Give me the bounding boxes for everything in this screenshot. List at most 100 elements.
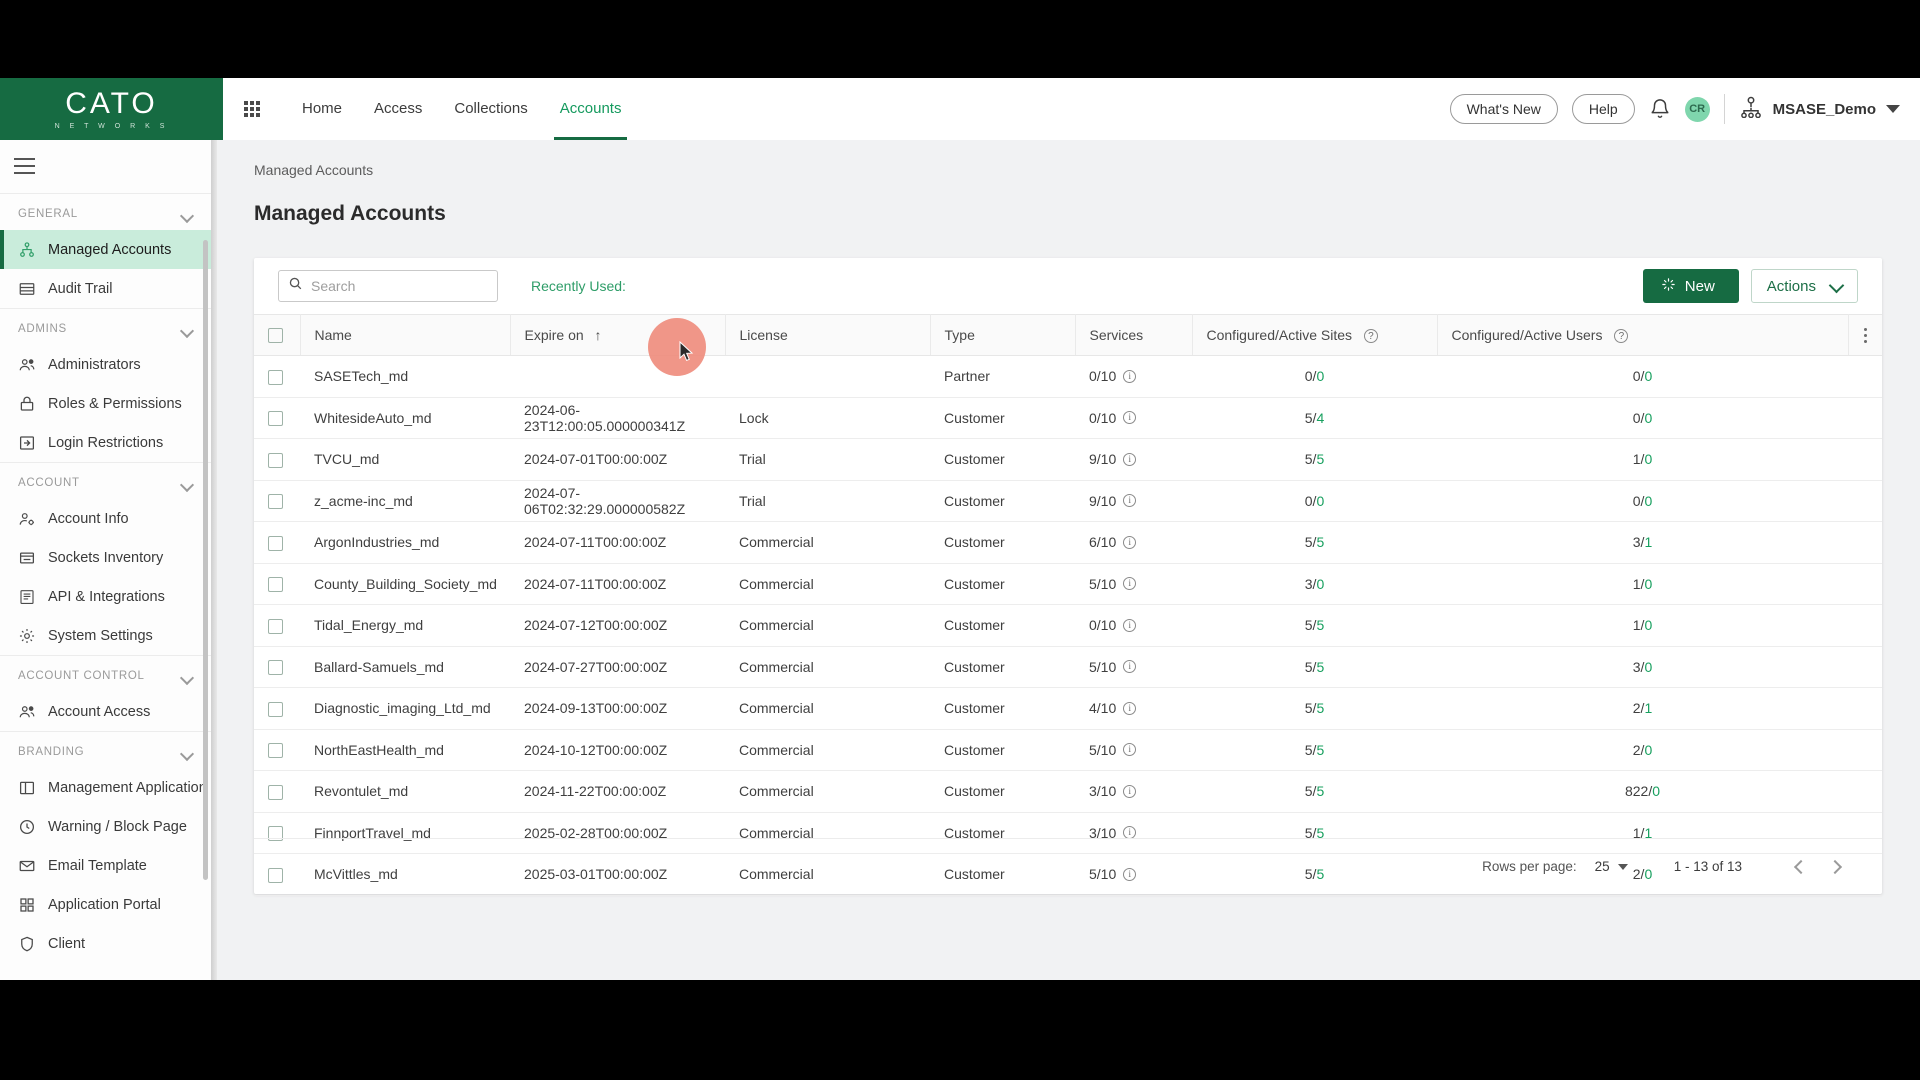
sidebar-toggle-icon[interactable] <box>0 140 211 193</box>
sidebar-item-warning-block-page[interactable]: Warning / Block Page <box>0 807 211 846</box>
chevron-down-icon[interactable] <box>182 211 193 218</box>
chevron-down-icon[interactable] <box>1886 105 1900 113</box>
sidebar-group-header-admins[interactable]: ADMINS <box>0 309 211 345</box>
chevron-down-icon[interactable] <box>182 673 193 680</box>
help-button[interactable]: Help <box>1572 94 1635 124</box>
more-options-icon[interactable] <box>1849 328 1883 343</box>
info-icon[interactable]: i <box>1123 785 1136 798</box>
table-row[interactable]: Tidal_Energy_md2024-07-12T00:00:00ZComme… <box>254 605 1882 647</box>
table-header: Name Expire on ↑ License Type Services C… <box>254 315 1882 356</box>
search-input[interactable] <box>311 278 488 294</box>
column-header-expire-on[interactable]: Expire on ↑ <box>510 315 725 356</box>
row-checkbox[interactable] <box>268 577 283 592</box>
select-all-checkbox[interactable] <box>268 328 283 343</box>
info-icon[interactable]: i <box>1123 453 1136 466</box>
sidebar-item-system-settings[interactable]: System Settings <box>0 616 211 655</box>
column-header-type[interactable]: Type <box>930 315 1075 356</box>
user-avatar[interactable]: CR <box>1685 97 1710 122</box>
row-checkbox[interactable] <box>268 785 283 800</box>
chevron-down-icon[interactable] <box>182 326 193 333</box>
cell-expire-on <box>510 356 725 398</box>
sidebar-group-header-branding[interactable]: BRANDING <box>0 732 211 768</box>
info-icon[interactable]: i <box>1123 660 1136 673</box>
sidebar-item-account-access[interactable]: Account Access <box>0 692 211 731</box>
table-row[interactable]: NorthEastHealth_md2024-10-12T00:00:00ZCo… <box>254 729 1882 771</box>
nav-tab-collections[interactable]: Collections <box>438 78 543 140</box>
sidebar-item-roles-permissions[interactable]: Roles & Permissions <box>0 384 211 423</box>
nav-tab-home[interactable]: Home <box>286 78 358 140</box>
sidebar-item-management-application[interactable]: Management Application <box>0 768 211 807</box>
info-icon[interactable]: i <box>1123 619 1136 632</box>
new-button[interactable]: New <box>1643 269 1739 303</box>
info-icon[interactable]: i <box>1123 411 1136 424</box>
column-header-services[interactable]: Services <box>1075 315 1192 356</box>
row-checkbox[interactable] <box>268 536 283 551</box>
account-switcher[interactable]: MSASE_Demo <box>1739 96 1900 123</box>
sidebar-item-audit-trail[interactable]: Audit Trail <box>0 269 211 308</box>
whats-new-button[interactable]: What's New <box>1450 94 1558 124</box>
sidebar-item-managed-accounts[interactable]: Managed Accounts <box>0 230 211 269</box>
cato-logo[interactable]: CATO N E T W O R K S <box>0 78 223 140</box>
app-grid-icon[interactable] <box>244 101 260 117</box>
sidebar-item-administrators[interactable]: Administrators <box>0 345 211 384</box>
row-checkbox[interactable] <box>268 619 283 634</box>
recently-used-label[interactable]: Recently Used: <box>531 278 626 294</box>
row-checkbox[interactable] <box>268 494 283 509</box>
row-checkbox[interactable] <box>268 370 283 385</box>
sidebar-group-header-general[interactable]: GENERAL <box>0 194 211 230</box>
row-checkbox[interactable] <box>268 453 283 468</box>
sidebar-item-account-info[interactable]: Account Info <box>0 499 211 538</box>
table-row[interactable]: TVCU_md2024-07-01T00:00:00ZTrialCustomer… <box>254 439 1882 481</box>
sidebar-scrollbar[interactable] <box>203 240 208 880</box>
select-all-header <box>254 315 300 356</box>
info-icon[interactable]: i <box>1123 577 1136 590</box>
table-row[interactable]: ArgonIndustries_md2024-07-11T00:00:00ZCo… <box>254 522 1882 564</box>
info-icon[interactable]: i <box>1123 494 1136 507</box>
cell-expire-on: 2024-09-13T00:00:00Z <box>510 688 725 730</box>
nav-tab-accounts[interactable]: Accounts <box>544 78 638 140</box>
info-icon[interactable]: i <box>1123 702 1136 715</box>
row-checkbox[interactable] <box>268 743 283 758</box>
sidebar-item-api-integrations[interactable]: API & Integrations <box>0 577 211 616</box>
sidebar-group-header-account[interactable]: ACCOUNT <box>0 463 211 499</box>
column-header-configured-active-sites[interactable]: Configured/Active Sites ? <box>1192 315 1437 356</box>
previous-page-button[interactable] <box>1784 850 1818 884</box>
column-options-header[interactable] <box>1848 315 1882 356</box>
column-header-license[interactable]: License <box>725 315 930 356</box>
new-button-label: New <box>1685 278 1715 295</box>
table-row[interactable]: Diagnostic_imaging_Ltd_md2024-09-13T00:0… <box>254 688 1882 730</box>
actions-button[interactable]: Actions <box>1751 269 1858 303</box>
help-icon[interactable]: ? <box>1364 329 1378 343</box>
info-icon[interactable]: i <box>1123 370 1136 383</box>
sidebar-item-sockets-inventory[interactable]: Sockets Inventory <box>0 538 211 577</box>
sidebar-item-email-template[interactable]: Email Template <box>0 846 211 885</box>
info-icon[interactable]: i <box>1123 536 1136 549</box>
table-row[interactable]: WhitesideAuto_md2024-06-23T12:00:05.0000… <box>254 397 1882 439</box>
table-row[interactable]: Revontulet_md2024-11-22T00:00:00ZCommerc… <box>254 771 1882 813</box>
search-box[interactable] <box>278 270 498 302</box>
cell-expire-on: 2024-07-06T02:32:29.000000582Z <box>510 480 725 522</box>
table-row[interactable]: z_acme-inc_md2024-07-06T02:32:29.0000005… <box>254 480 1882 522</box>
sidebar-item-application-portal[interactable]: Application Portal <box>0 885 211 924</box>
column-header-configured-active-users[interactable]: Configured/Active Users ? <box>1437 315 1848 356</box>
row-select-cell <box>254 563 300 605</box>
sidebar-item-login-restrictions[interactable]: Login Restrictions <box>0 423 211 462</box>
sidebar-group-header-account-control[interactable]: ACCOUNT CONTROL <box>0 656 211 692</box>
sidebar-item-client[interactable]: Client <box>0 924 211 963</box>
row-checkbox[interactable] <box>268 660 283 675</box>
next-page-button[interactable] <box>1818 850 1852 884</box>
info-icon[interactable]: i <box>1123 743 1136 756</box>
row-checkbox[interactable] <box>268 702 283 717</box>
chevron-down-icon[interactable] <box>182 480 193 487</box>
nav-tab-access[interactable]: Access <box>358 78 438 140</box>
help-icon[interactable]: ? <box>1614 329 1628 343</box>
table-row[interactable]: SASETech_mdPartner0/10i0/00/0 <box>254 356 1882 398</box>
rows-per-page-select[interactable]: 25 <box>1595 859 1628 874</box>
table-row[interactable]: Ballard-Samuels_md2024-07-27T00:00:00ZCo… <box>254 646 1882 688</box>
row-checkbox[interactable] <box>268 411 283 426</box>
table-row[interactable]: County_Building_Society_md2024-07-11T00:… <box>254 563 1882 605</box>
notifications-bell-icon[interactable] <box>1649 98 1671 120</box>
table-header-row: Name Expire on ↑ License Type Services C… <box>254 315 1882 356</box>
chevron-down-icon[interactable] <box>182 749 193 756</box>
column-header-name[interactable]: Name <box>300 315 510 356</box>
